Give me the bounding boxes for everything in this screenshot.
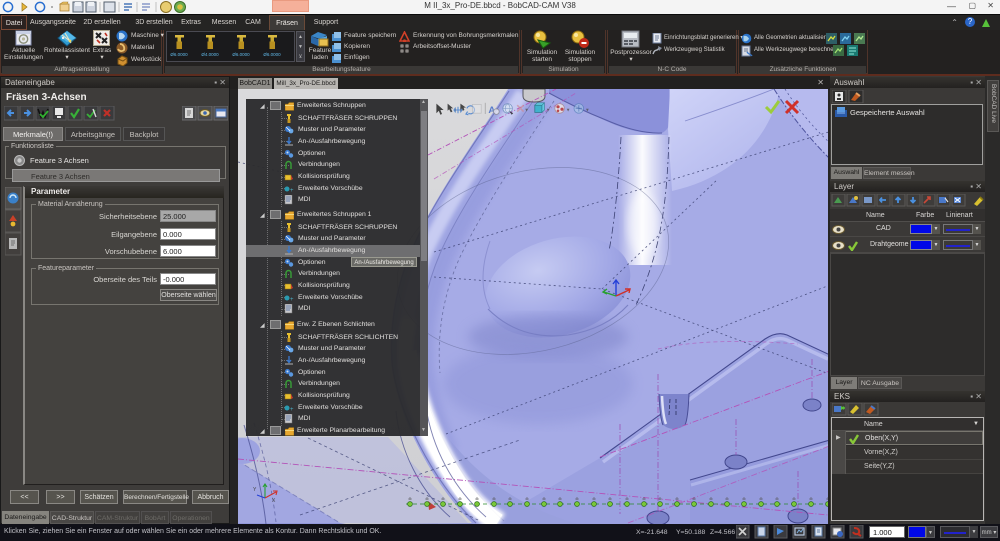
svg-text:Ø6.0000: Ø6.0000 <box>232 52 250 57</box>
svg-text:▾: ▾ <box>525 108 528 114</box>
svg-text:Ø4.0000: Ø4.0000 <box>201 52 219 57</box>
svg-text:▾: ▾ <box>586 108 589 114</box>
svg-text:+: + <box>290 407 294 413</box>
svg-text:Ø6.0000: Ø6.0000 <box>170 52 188 57</box>
svg-text:+: + <box>290 297 294 303</box>
svg-text:Ø6.0000: Ø6.0000 <box>263 52 281 57</box>
svg-text:+: + <box>290 188 294 194</box>
svg-text:▾: ▾ <box>567 108 570 114</box>
svg-text:▾: ▾ <box>547 108 550 114</box>
